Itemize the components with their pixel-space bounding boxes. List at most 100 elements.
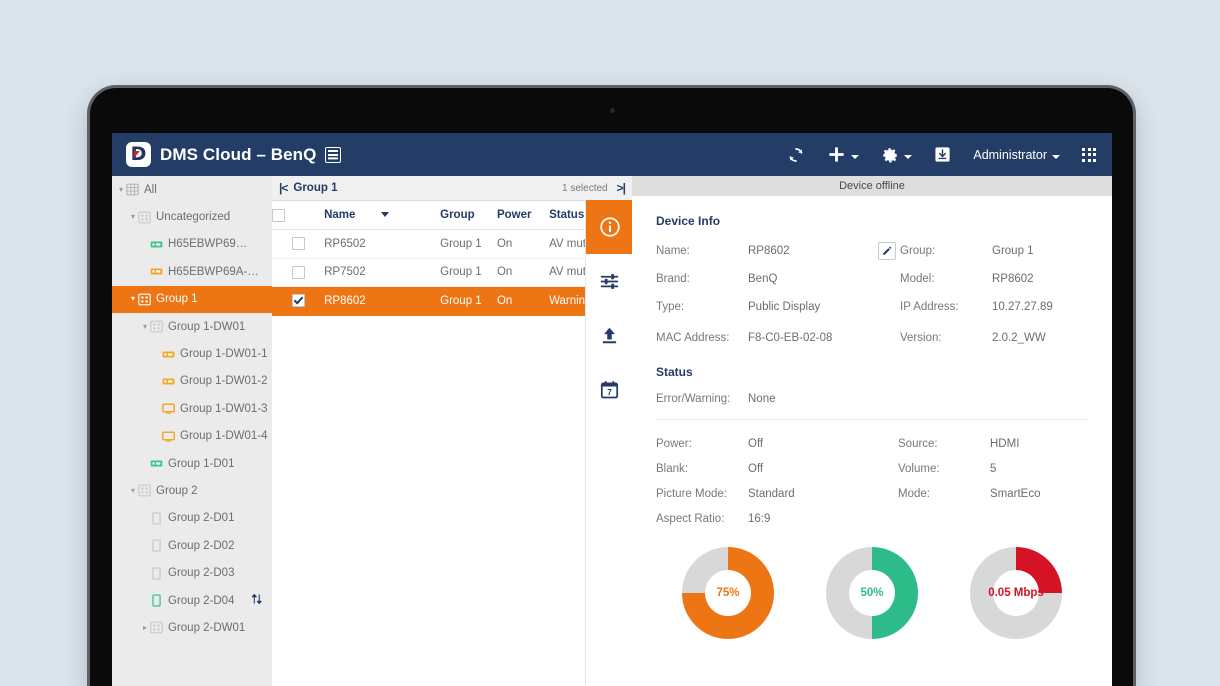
device-tree-sidebar[interactable]: ▾ All ▾ Uncategorized H65EBWP69… H65EBWP69A-…… xyxy=(112,176,273,686)
display-icon xyxy=(162,351,175,358)
tree-item-label: Group 2-D03 xyxy=(168,567,235,580)
detail-content: Device Info Name: RP8602 Group: Group 1 xyxy=(632,196,1112,639)
list-view-icon[interactable] xyxy=(324,146,341,163)
donut-chart-row: 75% 50% 0.05 Mbps xyxy=(656,547,1088,639)
sort-desc-icon xyxy=(380,212,389,218)
tree-item-label: Group 1 xyxy=(156,293,198,306)
row-select-cell xyxy=(272,258,325,287)
row-checkbox[interactable] xyxy=(291,265,305,279)
brand[interactable]: D DMS Cloud – BenQ xyxy=(126,142,341,167)
row-checkbox[interactable] xyxy=(291,237,305,251)
tree-item-all[interactable]: ▾ All xyxy=(112,176,272,203)
monitor-icon xyxy=(162,430,175,443)
list-header: |< Group 1 1 selected >| xyxy=(272,176,632,201)
tree-item-group-2-d02[interactable]: Group 2-D02 xyxy=(112,532,272,559)
collapse-right-icon[interactable]: >| xyxy=(617,181,626,195)
tree-item-group-1[interactable]: ▾ Group 1 xyxy=(112,285,272,313)
table-row[interactable]: RP6502 Group 1 On AV mute xyxy=(272,229,632,259)
display-icon xyxy=(150,460,163,467)
grid-all-icon xyxy=(126,183,139,196)
download-button[interactable] xyxy=(934,146,951,163)
sync-button[interactable] xyxy=(787,146,805,164)
settings-sliders-icon xyxy=(600,273,619,289)
rail-item-settings[interactable] xyxy=(586,254,633,308)
top-navbar: D DMS Cloud – BenQ Administrator xyxy=(112,133,1112,176)
table-row[interactable]: RP7502 Group 1 On AV mute xyxy=(272,258,632,287)
camera-dot xyxy=(609,108,615,113)
group-icon xyxy=(150,621,163,634)
chevron-down-icon[interactable]: ▾ xyxy=(140,322,150,331)
divider xyxy=(656,419,1088,420)
user-menu-button[interactable]: Administrator xyxy=(973,148,1060,162)
tree-item-label: Group 1-D01 xyxy=(168,457,235,470)
group-icon xyxy=(150,622,163,634)
tree-item-group-1-d01[interactable]: Group 1-D01 xyxy=(112,450,272,477)
breadcrumb: Group 1 xyxy=(293,182,338,194)
app-title: DMS Cloud – BenQ xyxy=(160,144,317,164)
chevron-down-icon[interactable]: ▾ xyxy=(128,295,138,303)
value-model: RP8602 xyxy=(992,273,1034,285)
display-icon xyxy=(162,348,175,361)
row-checkbox[interactable] xyxy=(291,294,305,308)
device-info-title: Device Info xyxy=(656,214,721,228)
display-icon xyxy=(150,268,163,275)
tree-item-group-2-d01[interactable]: Group 2-D01 xyxy=(112,505,272,532)
value-brand: BenQ xyxy=(748,273,778,285)
group-icon xyxy=(150,320,163,333)
tree-item-uncategorized[interactable]: ▾ Uncategorized xyxy=(112,203,272,230)
label-group: Group: xyxy=(900,245,936,257)
chevron-down-icon[interactable]: ▾ xyxy=(128,486,138,495)
add-button[interactable] xyxy=(827,145,860,164)
tree-item-label: H65EBWP69A-… xyxy=(168,265,259,278)
chevron-down-icon[interactable]: ▾ xyxy=(128,213,138,221)
tree-item-h65ebwp69[interactable]: H65EBWP69… xyxy=(112,231,272,258)
status-title: Status xyxy=(656,365,693,379)
select-all-checkbox[interactable] xyxy=(272,208,285,222)
tree-item-group-1-dw01-2[interactable]: Group 1-DW01-2 xyxy=(112,368,272,395)
rail-item-info[interactable] xyxy=(586,200,640,254)
label-picture-mode: Picture Mode: xyxy=(656,488,727,500)
monitor-icon xyxy=(162,431,175,442)
label-mode: Mode: xyxy=(898,488,930,500)
plus-icon xyxy=(829,147,844,162)
column-header-power[interactable]: Power xyxy=(496,201,550,230)
pencil-icon xyxy=(883,246,892,255)
tablet-icon xyxy=(152,566,161,580)
tree-item-group-1-dw01-4[interactable]: Group 1-DW01-4 xyxy=(112,423,272,450)
chevron-right-icon[interactable]: ▸ xyxy=(140,623,150,632)
tablet-icon xyxy=(150,512,163,525)
table-row[interactable]: RP8602 Group 1 On Warning xyxy=(272,286,632,316)
tree-item-group-2[interactable]: ▾ Group 2 xyxy=(112,477,272,504)
apps-button[interactable] xyxy=(1082,147,1096,162)
tree-item-label: Group 2-D01 xyxy=(168,512,235,525)
label-type: Type: xyxy=(656,301,685,313)
cell-group: Group 1 xyxy=(440,258,497,287)
chevron-down-icon[interactable]: ▾ xyxy=(116,185,126,194)
column-header-group[interactable]: Group xyxy=(440,201,497,230)
label-name: Name: xyxy=(656,245,690,257)
collapse-left-icon[interactable]: |< xyxy=(279,181,288,195)
cell-name: RP6502 xyxy=(324,229,441,259)
group-icon xyxy=(138,211,151,224)
screen: D DMS Cloud – BenQ Administrator ▾ All ▾… xyxy=(112,133,1112,686)
apps-grid-icon xyxy=(1082,147,1096,162)
edit-name-button[interactable] xyxy=(878,242,896,260)
tree-item-group-2-dw01[interactable]: ▸ Group 2-DW01 xyxy=(112,614,272,641)
tree-item-group-2-d03[interactable]: Group 2-D03 xyxy=(112,559,272,586)
tree-item-group-1-dw01-1[interactable]: Group 1-DW01-1 xyxy=(112,340,272,367)
gap-1 xyxy=(656,347,1088,365)
column-header-name[interactable]: Name xyxy=(324,201,441,230)
tree-item-group-1-dw01[interactable]: ▾ Group 1-DW01 xyxy=(112,313,272,340)
tree-item-label: Group 2-DW01 xyxy=(168,621,246,634)
value-name: RP8602 xyxy=(748,245,790,257)
rail-item-schedule[interactable]: 7 xyxy=(586,362,633,416)
tree-item-group-2-d04[interactable]: Group 2-D04 xyxy=(112,587,272,614)
chevron-down-icon xyxy=(904,154,913,159)
tree-item-h65ebwp69a[interactable]: H65EBWP69A-… xyxy=(112,258,272,285)
transfer-icon[interactable] xyxy=(251,593,263,608)
tablet-icon xyxy=(152,539,161,552)
settings-button[interactable] xyxy=(881,146,913,164)
tree-item-label: Uncategorized xyxy=(156,211,231,224)
tree-item-group-1-dw01-3[interactable]: Group 1-DW01-3 xyxy=(112,395,272,422)
rail-item-upload[interactable] xyxy=(586,308,633,362)
